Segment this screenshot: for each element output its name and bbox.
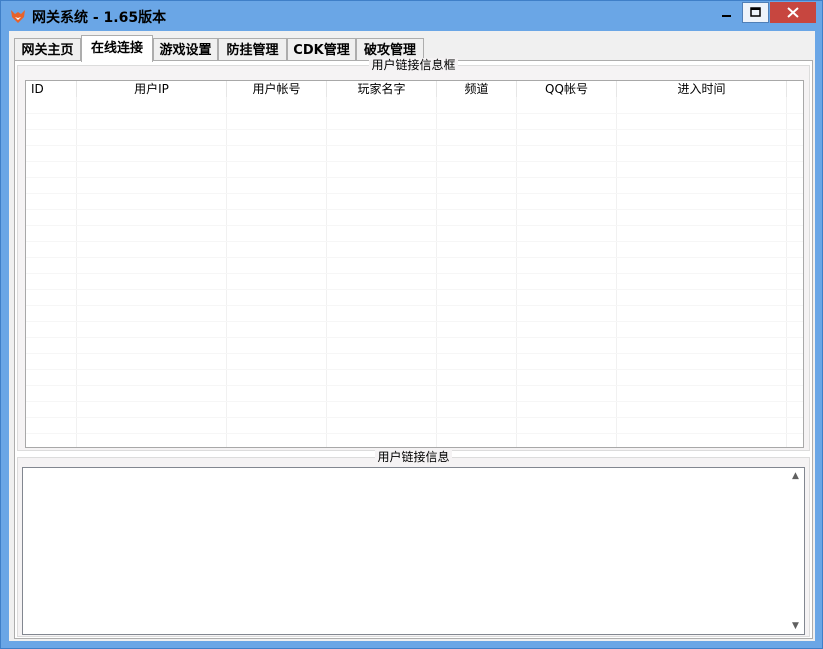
grid-line — [26, 273, 803, 274]
close-icon — [787, 7, 799, 18]
chevron-down-icon[interactable]: ▼ — [787, 618, 804, 634]
grid-line — [26, 385, 803, 386]
grid-line — [26, 113, 803, 114]
client-area: 网关主页 在线连接 游戏设置 防挂管理 CDK管理 破攻管理 用户链接信息框 I… — [9, 31, 815, 641]
tab-online-connections[interactable]: 在线连接 — [81, 35, 153, 62]
column-header-player-name[interactable]: 玩家名字 — [327, 81, 437, 97]
connection-log-textarea[interactable]: ▲ ▼ — [22, 467, 805, 635]
grid-line — [26, 241, 803, 242]
fox-icon — [11, 10, 25, 23]
grid-line — [786, 97, 787, 447]
grid-line — [26, 305, 803, 306]
log-scrollbar[interactable]: ▲ ▼ — [787, 468, 804, 634]
log-group-title: 用户链接信息 — [375, 450, 452, 464]
column-header-enter-time[interactable]: 进入时间 — [617, 81, 787, 97]
grid-line — [226, 97, 227, 447]
log-groupbox: 用户链接信息 ▲ ▼ — [17, 450, 810, 637]
grid-line — [26, 209, 803, 210]
maximize-icon — [750, 7, 761, 17]
grid-line — [26, 193, 803, 194]
grid-line — [616, 97, 617, 447]
column-header-user-ip[interactable]: 用户IP — [77, 81, 227, 97]
grid-line — [26, 337, 803, 338]
log-content — [23, 468, 804, 472]
connections-listview[interactable]: ID 用户IP 用户帐号 玩家名字 频道 QQ帐号 进入时间 — [25, 80, 804, 448]
grid-line — [516, 97, 517, 447]
grid-line — [26, 225, 803, 226]
grid-line — [26, 257, 803, 258]
grid-line — [26, 369, 803, 370]
grid-line — [26, 433, 803, 434]
grid-line — [26, 289, 803, 290]
grid-line — [26, 401, 803, 402]
grid-line — [26, 321, 803, 322]
grid-line — [436, 97, 437, 447]
minimize-icon — [722, 15, 731, 17]
grid-line — [26, 353, 803, 354]
app-window: 网关系统 - 1.65版本 网关主页 在线连接 游戏设置 防挂管理 CDK管理 … — [0, 0, 823, 649]
column-header-id[interactable]: ID — [26, 81, 77, 97]
minimize-button[interactable] — [713, 2, 740, 23]
title-bar[interactable]: 网关系统 - 1.65版本 — [1, 1, 822, 31]
grid-line — [26, 145, 803, 146]
window-title: 网关系统 - 1.65版本 — [32, 10, 167, 26]
grid-line — [26, 129, 803, 130]
connections-group-title: 用户链接信息框 — [369, 58, 458, 72]
chevron-up-icon[interactable]: ▲ — [787, 468, 804, 484]
listview-header: ID 用户IP 用户帐号 玩家名字 频道 QQ帐号 进入时间 — [26, 81, 803, 97]
column-header-user-account[interactable]: 用户帐号 — [227, 81, 327, 97]
column-header-channel[interactable]: 频道 — [437, 81, 517, 97]
connections-groupbox: 用户链接信息框 ID 用户IP 用户帐号 玩家名字 频道 QQ帐号 进入时间 — [17, 58, 810, 451]
grid-line — [326, 97, 327, 447]
tab-panel-online: 用户链接信息框 ID 用户IP 用户帐号 玩家名字 频道 QQ帐号 进入时间 用… — [14, 58, 813, 639]
grid-line — [26, 177, 803, 178]
grid-line — [26, 417, 803, 418]
column-header-qq-account[interactable]: QQ帐号 — [517, 81, 617, 97]
grid-line — [26, 161, 803, 162]
maximize-button[interactable] — [742, 2, 769, 23]
grid-line — [76, 97, 77, 447]
close-button[interactable] — [770, 2, 816, 23]
